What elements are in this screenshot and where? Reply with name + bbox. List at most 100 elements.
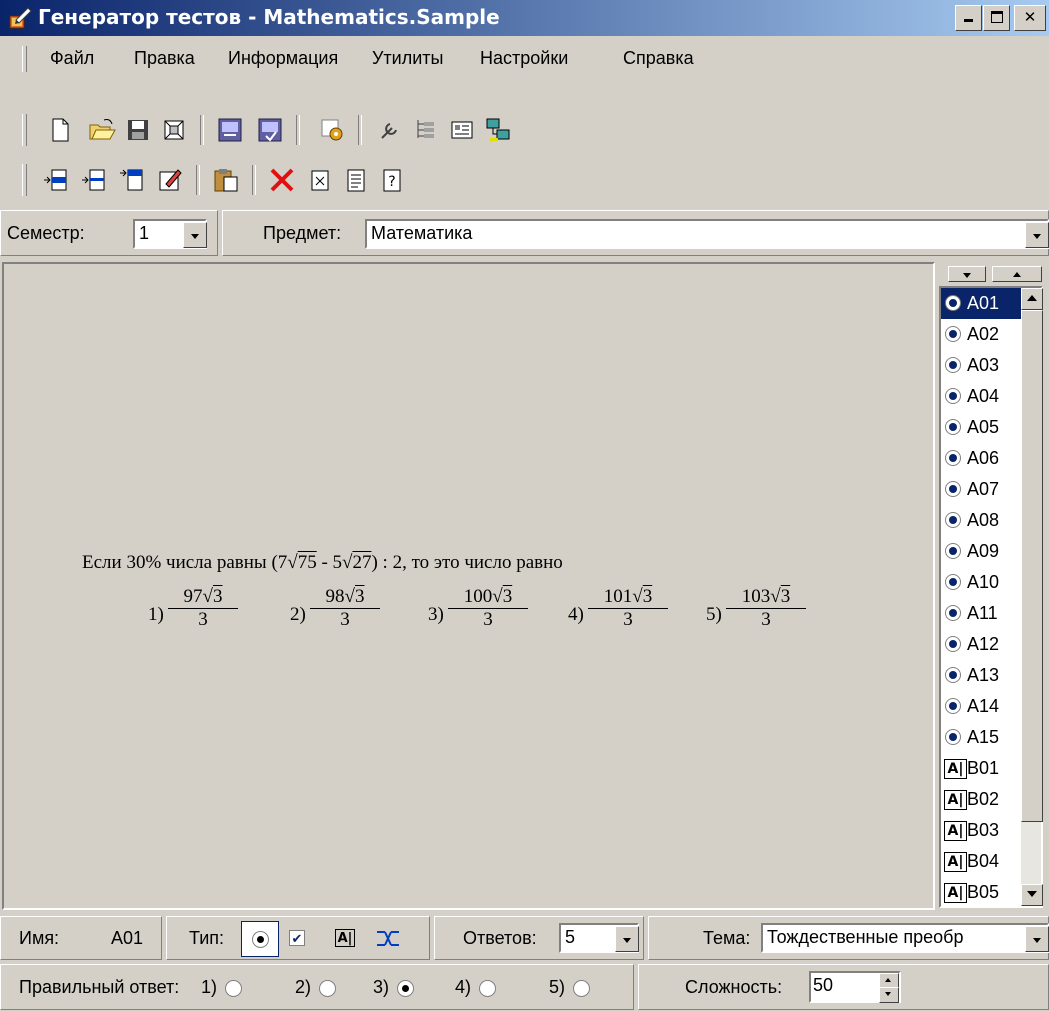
expr-mid: - 5 — [316, 552, 343, 573]
answer-radio-1[interactable] — [225, 980, 242, 997]
question-list-label: A07 — [967, 479, 1000, 499]
semester-combo[interactable]: 1 — [133, 219, 207, 249]
answer-radio-4[interactable] — [479, 980, 496, 997]
answer-option-label: 1) — [201, 977, 218, 997]
menu-edit[interactable]: Правка — [134, 48, 195, 69]
semester-dropdown-icon[interactable] — [183, 222, 207, 248]
close-icon: ✕ — [1023, 8, 1037, 26]
menu-settings[interactable]: Настройки — [480, 48, 568, 69]
wrench-icon[interactable] — [376, 116, 404, 144]
question-list-label: A01 — [967, 293, 1000, 313]
question-list-item[interactable]: A10 — [941, 567, 1023, 598]
properties-icon[interactable] — [342, 166, 370, 194]
difficulty-spinbox[interactable]: 50 — [809, 971, 901, 1003]
network-icon[interactable] — [484, 116, 512, 144]
radio-type-icon — [945, 698, 961, 714]
tree-view-icon[interactable] — [412, 116, 440, 144]
question-list-item[interactable]: A| B01 — [941, 753, 1023, 784]
type-multiple-choice-button[interactable]: ✔ — [289, 930, 305, 946]
svg-text:?: ? — [388, 174, 395, 190]
sqrt-sign: √ — [492, 586, 503, 607]
toolbar-separator — [196, 165, 200, 195]
paste-icon[interactable] — [212, 166, 240, 194]
spin-down-button[interactable] — [879, 987, 899, 1003]
list-scroll-up-button[interactable] — [992, 266, 1042, 282]
scroll-thumb[interactable] — [1021, 310, 1043, 822]
question-list-item[interactable]: A14 — [941, 691, 1023, 722]
option-numerator: 103 — [741, 586, 771, 607]
question-list-item[interactable]: A| B02 — [941, 784, 1023, 815]
subject-dropdown-icon[interactable] — [1025, 222, 1049, 248]
maximize-icon — [990, 11, 1003, 23]
question-list-item[interactable]: A06 — [941, 443, 1023, 474]
arrow-down-icon — [1027, 891, 1037, 897]
answers-combo[interactable]: 5 — [559, 923, 639, 953]
name-value[interactable]: A01 — [111, 928, 143, 949]
title-bar[interactable]: Генератор тестов - Mathematics.Sample ✕ — [0, 0, 1049, 36]
topic-dropdown-icon[interactable] — [1025, 926, 1049, 952]
type-text-answer-button[interactable]: A| — [335, 929, 355, 947]
matching-type-icon[interactable] — [375, 926, 401, 952]
minimize-icon — [964, 19, 973, 22]
question-list-label: A04 — [967, 386, 1000, 406]
insert-top-icon[interactable] — [118, 166, 146, 194]
answer-radio-2[interactable] — [319, 980, 336, 997]
difficulty-value: 50 — [813, 975, 834, 995]
export-test-icon[interactable] — [216, 116, 244, 144]
question-list-item[interactable]: A12 — [941, 629, 1023, 660]
question-list-item[interactable]: A08 — [941, 505, 1023, 536]
minimize-button[interactable] — [955, 5, 982, 31]
name-panel: Имя: A01 — [0, 916, 162, 960]
question-list-label: A15 — [967, 727, 1000, 747]
open-folder-icon[interactable] — [88, 116, 116, 144]
menu-help[interactable]: Справка — [623, 48, 694, 69]
question-list-scrollbar[interactable] — [1021, 288, 1043, 906]
question-list-item[interactable]: A15 — [941, 722, 1023, 753]
option-index: 3) — [428, 604, 444, 625]
answer-radio-3[interactable] — [397, 980, 414, 997]
clear-icon[interactable] — [306, 166, 334, 194]
toolbar-file — [0, 108, 1049, 152]
question-list-item[interactable]: A03 — [941, 350, 1023, 381]
question-list-item[interactable]: A09 — [941, 536, 1023, 567]
text-type-icon: A| — [944, 821, 967, 841]
maximize-button[interactable] — [983, 5, 1010, 31]
print-preview-icon[interactable] — [160, 116, 188, 144]
expr-open: (7 — [271, 552, 288, 573]
topic-combo[interactable]: Тождественные преобр — [761, 923, 1049, 953]
list-scroll-down-button[interactable] — [948, 266, 986, 282]
question-list-item[interactable]: A| B03 — [941, 815, 1023, 846]
question-list-item[interactable]: A11 — [941, 598, 1023, 629]
menu-utilities[interactable]: Утилиты — [372, 48, 443, 69]
question-list-item[interactable]: A01 — [941, 288, 1023, 319]
edit-icon[interactable] — [156, 166, 184, 194]
subject-combo[interactable]: Математика — [365, 219, 1049, 249]
help-icon[interactable]: ? — [378, 166, 406, 194]
radio-type-icon — [945, 419, 961, 435]
insert-after-icon[interactable] — [80, 166, 108, 194]
answers-dropdown-icon[interactable] — [615, 926, 639, 952]
topic-value: Тождественные преобр — [767, 927, 964, 947]
answer-radio-5[interactable] — [573, 980, 590, 997]
save-disk-icon[interactable] — [124, 116, 152, 144]
question-list-item[interactable]: A05 — [941, 412, 1023, 443]
scroll-down-button[interactable] — [1021, 884, 1043, 906]
card-icon[interactable] — [448, 116, 476, 144]
close-button[interactable]: ✕ — [1014, 5, 1046, 31]
export-answers-icon[interactable] — [256, 116, 284, 144]
question-list-item[interactable]: A02 — [941, 319, 1023, 350]
question-list-item[interactable]: A| B04 — [941, 846, 1023, 877]
new-file-icon[interactable] — [46, 116, 74, 144]
generate-icon[interactable] — [318, 116, 346, 144]
type-single-choice-button[interactable] — [241, 921, 279, 957]
scroll-up-button[interactable] — [1021, 288, 1043, 310]
question-list-item[interactable]: A04 — [941, 381, 1023, 412]
question-list-item[interactable]: A13 — [941, 660, 1023, 691]
menu-file[interactable]: Файл — [50, 48, 94, 69]
expr-close: ) : 2, то это число равно — [371, 552, 563, 573]
menu-info[interactable]: Информация — [228, 48, 338, 69]
insert-before-icon[interactable] — [42, 166, 70, 194]
question-list-item[interactable]: A| B05 — [941, 877, 1023, 906]
delete-icon[interactable] — [268, 166, 296, 194]
question-list-item[interactable]: A07 — [941, 474, 1023, 505]
